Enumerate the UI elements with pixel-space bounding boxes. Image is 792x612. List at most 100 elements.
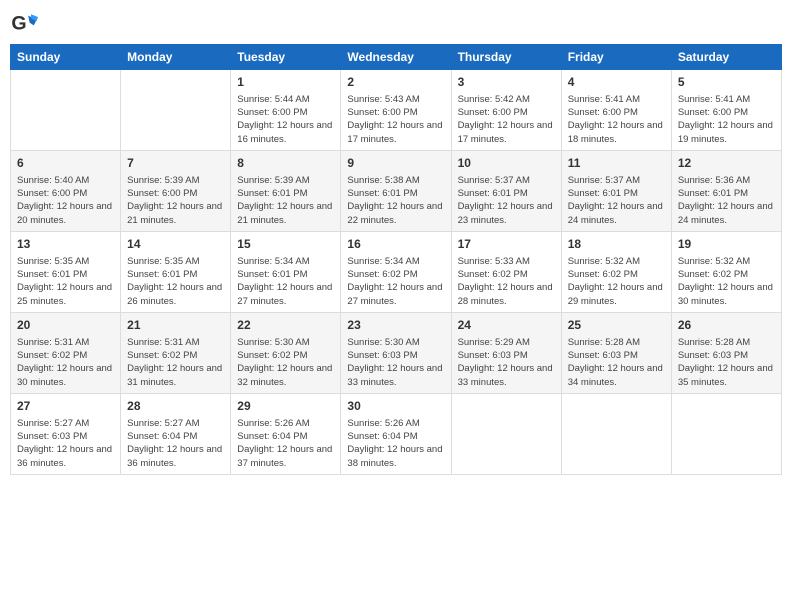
day-info: Sunrise: 5:30 AM Sunset: 6:03 PM Dayligh… — [347, 336, 444, 389]
weekday-header-friday: Friday — [561, 45, 671, 70]
day-number: 20 — [17, 317, 114, 334]
day-info: Sunrise: 5:32 AM Sunset: 6:02 PM Dayligh… — [678, 255, 775, 308]
weekday-header-monday: Monday — [121, 45, 231, 70]
day-info: Sunrise: 5:40 AM Sunset: 6:00 PM Dayligh… — [17, 174, 114, 227]
day-number: 8 — [237, 155, 334, 172]
week-row-4: 20 Sunrise: 5:31 AM Sunset: 6:02 PM Dayli… — [11, 312, 782, 393]
day-number: 1 — [237, 74, 334, 91]
day-number: 27 — [17, 398, 114, 415]
day-info: Sunrise: 5:34 AM Sunset: 6:02 PM Dayligh… — [347, 255, 444, 308]
day-number: 12 — [678, 155, 775, 172]
day-cell — [671, 393, 781, 474]
day-cell: 25 Sunrise: 5:28 AM Sunset: 6:03 PM Dayli… — [561, 312, 671, 393]
day-cell: 15 Sunrise: 5:34 AM Sunset: 6:01 PM Dayli… — [231, 231, 341, 312]
day-number: 26 — [678, 317, 775, 334]
day-number: 28 — [127, 398, 224, 415]
day-info: Sunrise: 5:34 AM Sunset: 6:01 PM Dayligh… — [237, 255, 334, 308]
day-cell — [121, 70, 231, 151]
day-info: Sunrise: 5:36 AM Sunset: 6:01 PM Dayligh… — [678, 174, 775, 227]
day-number: 18 — [568, 236, 665, 253]
day-number: 29 — [237, 398, 334, 415]
day-info: Sunrise: 5:32 AM Sunset: 6:02 PM Dayligh… — [568, 255, 665, 308]
day-cell: 2Sunrise: 5:43 AM Sunset: 6:00 PM Daylig… — [341, 70, 451, 151]
day-info: Sunrise: 5:44 AM Sunset: 6:00 PM Dayligh… — [237, 93, 334, 146]
day-cell: 20 Sunrise: 5:31 AM Sunset: 6:02 PM Dayli… — [11, 312, 121, 393]
day-cell: 23 Sunrise: 5:30 AM Sunset: 6:03 PM Dayli… — [341, 312, 451, 393]
day-cell: 5 Sunrise: 5:41 AM Sunset: 6:00 PM Daylig… — [671, 70, 781, 151]
page-header: G — [10, 10, 782, 38]
day-info: Sunrise: 5:26 AM Sunset: 6:04 PM Dayligh… — [237, 417, 334, 470]
day-number: 30 — [347, 398, 444, 415]
day-number: 19 — [678, 236, 775, 253]
day-cell: 12 Sunrise: 5:36 AM Sunset: 6:01 PM Dayli… — [671, 150, 781, 231]
weekday-header-sunday: Sunday — [11, 45, 121, 70]
day-cell: 9Sunrise: 5:38 AM Sunset: 6:01 PM Daylig… — [341, 150, 451, 231]
day-cell — [451, 393, 561, 474]
day-cell: 16 Sunrise: 5:34 AM Sunset: 6:02 PM Dayli… — [341, 231, 451, 312]
day-info: Sunrise: 5:28 AM Sunset: 6:03 PM Dayligh… — [678, 336, 775, 389]
day-cell: 21Sunrise: 5:31 AM Sunset: 6:02 PM Dayli… — [121, 312, 231, 393]
week-row-5: 27 Sunrise: 5:27 AM Sunset: 6:03 PM Dayli… — [11, 393, 782, 474]
day-cell — [561, 393, 671, 474]
day-cell: 27 Sunrise: 5:27 AM Sunset: 6:03 PM Dayli… — [11, 393, 121, 474]
day-info: Sunrise: 5:28 AM Sunset: 6:03 PM Dayligh… — [568, 336, 665, 389]
day-info: Sunrise: 5:42 AM Sunset: 6:00 PM Dayligh… — [458, 93, 555, 146]
day-cell: 7Sunrise: 5:39 AM Sunset: 6:00 PM Daylig… — [121, 150, 231, 231]
day-info: Sunrise: 5:37 AM Sunset: 6:01 PM Dayligh… — [568, 174, 665, 227]
day-cell: 22 Sunrise: 5:30 AM Sunset: 6:02 PM Dayli… — [231, 312, 341, 393]
day-number: 25 — [568, 317, 665, 334]
day-cell: 19 Sunrise: 5:32 AM Sunset: 6:02 PM Dayli… — [671, 231, 781, 312]
day-info: Sunrise: 5:31 AM Sunset: 6:02 PM Dayligh… — [17, 336, 114, 389]
day-number: 11 — [568, 155, 665, 172]
day-cell: 24Sunrise: 5:29 AM Sunset: 6:03 PM Dayli… — [451, 312, 561, 393]
day-cell: 4 Sunrise: 5:41 AM Sunset: 6:00 PM Daylig… — [561, 70, 671, 151]
day-number: 9 — [347, 155, 444, 172]
day-cell: 1 Sunrise: 5:44 AM Sunset: 6:00 PM Daylig… — [231, 70, 341, 151]
day-cell: 29 Sunrise: 5:26 AM Sunset: 6:04 PM Dayli… — [231, 393, 341, 474]
logo: G — [10, 10, 42, 38]
day-cell: 8 Sunrise: 5:39 AM Sunset: 6:01 PM Daylig… — [231, 150, 341, 231]
day-number: 4 — [568, 74, 665, 91]
logo-icon: G — [10, 10, 38, 38]
day-info: Sunrise: 5:27 AM Sunset: 6:03 PM Dayligh… — [17, 417, 114, 470]
day-number: 5 — [678, 74, 775, 91]
day-cell: 13 Sunrise: 5:35 AM Sunset: 6:01 PM Dayli… — [11, 231, 121, 312]
day-number: 17 — [458, 236, 555, 253]
weekday-header-tuesday: Tuesday — [231, 45, 341, 70]
day-info: Sunrise: 5:37 AM Sunset: 6:01 PM Dayligh… — [458, 174, 555, 227]
day-cell: 18 Sunrise: 5:32 AM Sunset: 6:02 PM Dayli… — [561, 231, 671, 312]
day-info: Sunrise: 5:43 AM Sunset: 6:00 PM Dayligh… — [347, 93, 444, 146]
day-cell: 14Sunrise: 5:35 AM Sunset: 6:01 PM Dayli… — [121, 231, 231, 312]
week-row-2: 6 Sunrise: 5:40 AM Sunset: 6:00 PM Daylig… — [11, 150, 782, 231]
day-cell: 17 Sunrise: 5:33 AM Sunset: 6:02 PM Dayli… — [451, 231, 561, 312]
day-number: 10 — [458, 155, 555, 172]
day-number: 6 — [17, 155, 114, 172]
day-number: 3 — [458, 74, 555, 91]
weekday-header-wednesday: Wednesday — [341, 45, 451, 70]
weekday-header-thursday: Thursday — [451, 45, 561, 70]
day-cell: 11 Sunrise: 5:37 AM Sunset: 6:01 PM Dayli… — [561, 150, 671, 231]
day-info: Sunrise: 5:30 AM Sunset: 6:02 PM Dayligh… — [237, 336, 334, 389]
week-row-1: 1 Sunrise: 5:44 AM Sunset: 6:00 PM Daylig… — [11, 70, 782, 151]
day-number: 13 — [17, 236, 114, 253]
day-info: Sunrise: 5:41 AM Sunset: 6:00 PM Dayligh… — [678, 93, 775, 146]
week-row-3: 13 Sunrise: 5:35 AM Sunset: 6:01 PM Dayli… — [11, 231, 782, 312]
day-number: 15 — [237, 236, 334, 253]
day-cell: 30 Sunrise: 5:26 AM Sunset: 6:04 PM Dayli… — [341, 393, 451, 474]
weekday-header-row: SundayMondayTuesdayWednesdayThursdayFrid… — [11, 45, 782, 70]
day-cell: 3 Sunrise: 5:42 AM Sunset: 6:00 PM Daylig… — [451, 70, 561, 151]
day-cell: 26 Sunrise: 5:28 AM Sunset: 6:03 PM Dayli… — [671, 312, 781, 393]
day-info: Sunrise: 5:41 AM Sunset: 6:00 PM Dayligh… — [568, 93, 665, 146]
day-info: Sunrise: 5:26 AM Sunset: 6:04 PM Dayligh… — [347, 417, 444, 470]
day-number: 16 — [347, 236, 444, 253]
day-info: Sunrise: 5:33 AM Sunset: 6:02 PM Dayligh… — [458, 255, 555, 308]
day-info: Sunrise: 5:27 AM Sunset: 6:04 PM Dayligh… — [127, 417, 224, 470]
weekday-header-saturday: Saturday — [671, 45, 781, 70]
day-number: 22 — [237, 317, 334, 334]
day-info: Sunrise: 5:39 AM Sunset: 6:01 PM Dayligh… — [237, 174, 334, 227]
day-info: Sunrise: 5:35 AM Sunset: 6:01 PM Dayligh… — [17, 255, 114, 308]
day-number: 23 — [347, 317, 444, 334]
day-cell: 28 Sunrise: 5:27 AM Sunset: 6:04 PM Dayli… — [121, 393, 231, 474]
day-info: Sunrise: 5:39 AM Sunset: 6:00 PM Dayligh… — [127, 174, 224, 227]
day-cell: 6 Sunrise: 5:40 AM Sunset: 6:00 PM Daylig… — [11, 150, 121, 231]
